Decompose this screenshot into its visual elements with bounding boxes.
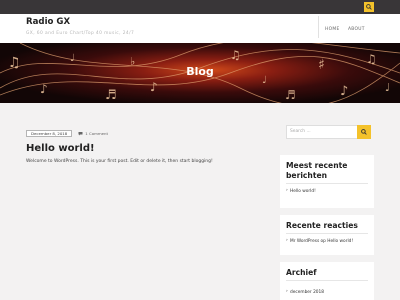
- site-description: GX, 60 and Euro Chart/Top 40 music, 24/7: [26, 31, 135, 36]
- comment-icon: [78, 132, 83, 136]
- nav-item-home[interactable]: HOME: [325, 27, 340, 32]
- page-hero-banner: ♫ ♪ ♩ ♬ ♭ ♪ ♫ ♩ ♬ ♯ ♪ ♫ ♩ Blog: [0, 43, 400, 103]
- search-icon: [366, 4, 372, 10]
- search-icon: [361, 129, 367, 135]
- post-meta: December 8, 2018 1 Comment: [26, 129, 108, 138]
- svg-text:♪: ♪: [340, 84, 348, 99]
- list-bullet: ›: [286, 289, 288, 294]
- svg-text:♬: ♬: [105, 88, 117, 103]
- svg-text:♫: ♫: [230, 48, 241, 62]
- top-bar: [0, 0, 400, 14]
- archive-link[interactable]: december 2018: [290, 290, 324, 295]
- recent-comments-widget: Recente reacties › Mr WordPress op Hello…: [280, 215, 374, 255]
- post-content: Welcome to WordPress. This is your first…: [26, 159, 213, 164]
- search-input[interactable]: Search ...: [286, 125, 358, 139]
- widget-divider: [286, 280, 368, 281]
- svg-text:♩: ♩: [385, 81, 390, 94]
- archive-widget: Archief › december 2018: [280, 262, 374, 300]
- post-date[interactable]: December 8, 2018: [26, 130, 73, 137]
- site-header: Radio GX GX, 60 and Euro Chart/Top 40 mu…: [0, 14, 400, 43]
- svg-text:♬: ♬: [285, 88, 296, 102]
- post-title[interactable]: Hello world!: [26, 143, 95, 154]
- recent-post-link[interactable]: Hello world!: [290, 189, 316, 194]
- search-toggle-button[interactable]: [364, 2, 374, 12]
- nav-item-about[interactable]: ABOUT: [348, 27, 365, 32]
- list-bullet: ›: [286, 188, 288, 193]
- widget-title: Meest recente berichten: [286, 161, 348, 180]
- svg-text:♪: ♪: [40, 82, 48, 96]
- svg-text:♫: ♫: [366, 52, 377, 66]
- site-title[interactable]: Radio GX: [26, 17, 70, 27]
- list-bullet: ›: [286, 238, 288, 243]
- svg-text:♪: ♪: [150, 80, 158, 94]
- post-comments-count: 1 Comment: [85, 131, 109, 136]
- widget-title: Recente reacties: [286, 221, 358, 230]
- svg-text:♩: ♩: [70, 53, 75, 64]
- search-widget: Search ...: [280, 121, 374, 143]
- widget-divider: [286, 183, 368, 184]
- page-title: Blog: [186, 65, 214, 78]
- recent-comment-link[interactable]: Mr WordPress op Hello world!: [290, 239, 353, 244]
- search-button[interactable]: [357, 125, 371, 139]
- post-comments-link[interactable]: 1 Comment: [78, 131, 108, 136]
- widget-divider: [286, 233, 368, 234]
- recent-posts-widget: Meest recente berichten › Hello world!: [280, 155, 374, 208]
- nav-divider: [318, 16, 319, 38]
- widget-title: Archief: [286, 268, 317, 277]
